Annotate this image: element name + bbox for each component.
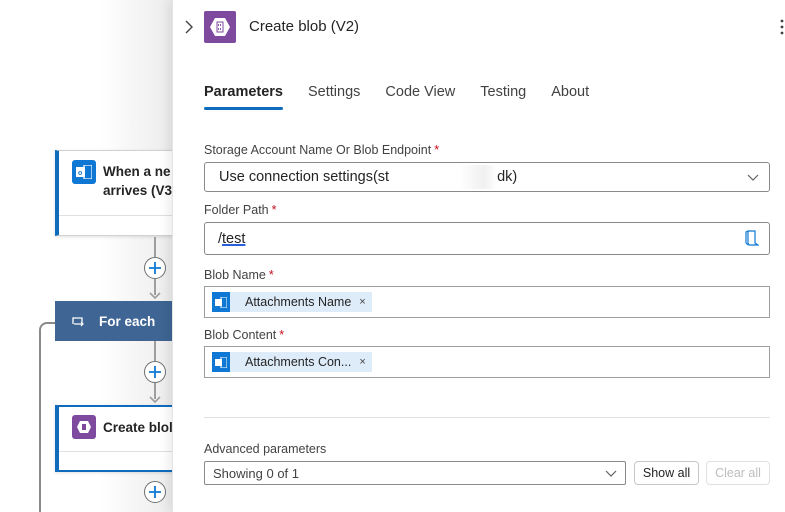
folder-path-value: /test [218, 230, 246, 247]
token-label: Attachments Con... [245, 355, 352, 369]
storage-account-value: Use connection settings(st dk) [219, 165, 517, 189]
chevron-right-icon [185, 20, 193, 34]
trigger-title: When a ne arrives (V3 [103, 164, 172, 198]
tab-parameters[interactable]: Parameters [204, 84, 283, 110]
create-blob-node-card[interactable]: Create blol [55, 405, 172, 472]
arrow-down-icon [149, 292, 161, 300]
node-divider [59, 215, 172, 216]
azure-blob-icon [72, 415, 96, 439]
tab-testing[interactable]: Testing [480, 84, 526, 110]
panel-tabs: Parameters Settings Code View Testing Ab… [204, 84, 614, 110]
folder-path-input[interactable]: /test [204, 222, 770, 255]
plus-icon [149, 262, 161, 274]
required-indicator: * [434, 143, 440, 157]
token-label: Attachments Name [245, 295, 352, 309]
folder-path-label: Folder Path * [204, 203, 277, 217]
connector-line [154, 237, 156, 257]
add-step-button[interactable] [144, 481, 166, 503]
svg-text:o: o [78, 170, 82, 177]
blob-name-input[interactable]: Attachments Name × [204, 286, 770, 318]
node-divider [59, 451, 172, 452]
action-details-panel: Create blob (V2) Parameters Settings Cod… [172, 0, 785, 512]
add-step-button[interactable] [144, 361, 166, 383]
remove-token-button[interactable]: × [359, 356, 365, 368]
required-indicator: * [279, 328, 285, 342]
dynamic-content-token[interactable]: Attachments Con... × [212, 352, 372, 372]
outlook-icon: o [72, 160, 96, 184]
azure-blob-icon [204, 11, 236, 43]
loop-icon [72, 317, 84, 327]
collapse-panel-button[interactable] [181, 17, 197, 37]
foreach-label: For each [99, 313, 156, 329]
add-step-button[interactable] [144, 257, 166, 279]
required-indicator: * [268, 268, 274, 282]
chevron-down-icon [605, 470, 617, 477]
panel-title: Create blob (V2) [249, 18, 360, 35]
plus-icon [149, 486, 161, 498]
show-all-button[interactable]: Show all [634, 461, 699, 485]
storage-account-label: Storage Account Name Or Blob Endpoint * [204, 143, 440, 157]
advanced-parameters-dropdown[interactable]: Showing 0 of 1 [204, 461, 626, 485]
advanced-parameters-label: Advanced parameters [204, 442, 327, 456]
remove-token-button[interactable]: × [359, 296, 365, 308]
more-options-icon[interactable] [779, 18, 785, 36]
section-divider [204, 417, 770, 418]
foreach-node[interactable]: For each [55, 301, 172, 341]
blob-content-label: Blob Content * [204, 328, 285, 342]
trigger-node-card[interactable]: o When a ne arrives (V3 [55, 150, 172, 236]
plus-icon [149, 366, 161, 378]
outlook-icon [212, 292, 230, 312]
chevron-down-icon [747, 174, 759, 181]
required-indicator: * [271, 203, 277, 217]
arrow-down-icon [149, 396, 161, 404]
blob-content-input[interactable]: Attachments Con... × [204, 346, 770, 378]
clear-all-button[interactable]: Clear all [706, 461, 770, 485]
dynamic-content-token[interactable]: Attachments Name × [212, 292, 372, 312]
outlook-icon [212, 352, 230, 372]
tab-code-view[interactable]: Code View [385, 84, 455, 110]
designer-canvas[interactable]: o When a ne arrives (V3 For each Create … [0, 0, 172, 512]
connector-line [154, 341, 156, 361]
advanced-parameters-value: Showing 0 of 1 [213, 465, 300, 481]
redacted-region [389, 165, 498, 189]
blob-name-label: Blob Name * [204, 268, 274, 282]
tab-settings[interactable]: Settings [308, 84, 360, 110]
tab-about[interactable]: About [551, 84, 589, 110]
folder-picker-icon[interactable] [745, 230, 759, 246]
create-blob-node-title: Create blol [103, 420, 172, 435]
storage-account-dropdown[interactable]: Use connection settings(st dk) [204, 162, 770, 192]
